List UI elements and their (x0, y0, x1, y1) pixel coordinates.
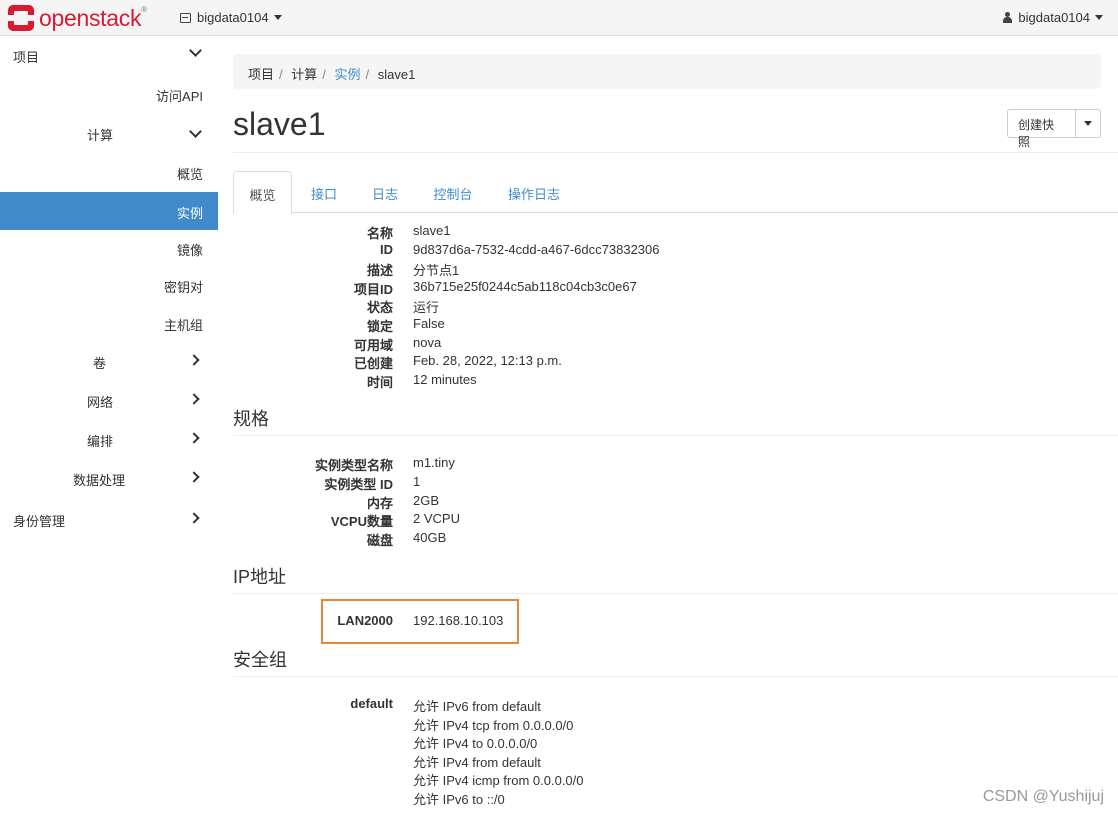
tab-action-log[interactable]: 操作日志 (504, 171, 564, 213)
watermark: CSDN @Yushijuj (982, 788, 1104, 805)
detail-row: 实例类型名称 m1.tiny (314, 455, 455, 473)
detail-row: 允许 IPv4 from default (413, 754, 541, 770)
sidebar-item-network[interactable]: 网络 (0, 381, 218, 419)
sidebar-item-label: 概览 (176, 167, 203, 182)
breadcrumb-item[interactable]: 实例 (335, 67, 361, 82)
project-name: bigdata0104 (197, 10, 269, 25)
divider (233, 152, 1118, 153)
sidebar-item-label: 计算 (87, 128, 114, 143)
breadcrumb-item[interactable]: 计算 (291, 67, 317, 82)
detail-row: 允许 IPv6 to ::/0 (413, 792, 505, 807)
sidebar-item-api-access[interactable]: 访问API (0, 75, 218, 113)
chevron-right-icon (188, 432, 200, 444)
sidebar-item-project[interactable]: 项目 (0, 36, 218, 74)
detail-row: VCPU数量 2 VCPU (330, 511, 460, 530)
detail-row: 允许 IPv4 icmp from 0.0.0.0/0 (413, 773, 584, 789)
detail-row: 项目ID 36b715e25f0244c5ab118c04cb3c0e67 (353, 278, 637, 297)
sidebar-item-label: 密钥对 (163, 280, 203, 295)
chevron-down-icon (189, 44, 202, 57)
breadcrumb-current: slave1 (377, 67, 416, 82)
detail-row: 内存 2GB (366, 492, 440, 511)
security-heading: 安全组 (233, 650, 287, 670)
caret-down-icon (273, 15, 282, 20)
divider (233, 593, 1118, 594)
detail-row: ID 9d837d6a-7532-4cdd-a467-6dcc73832306 (380, 241, 660, 257)
detail-row: LAN2000 192.168.10.103 (337, 613, 504, 628)
breadcrumb: 项目 / 计算 / 实例 / slave1 (233, 54, 1101, 89)
actions-dropdown-toggle[interactable] (1074, 110, 1100, 137)
chevron-right-icon (188, 471, 200, 483)
project-icon (180, 12, 191, 23)
divider (233, 435, 1118, 436)
sidebar-item-label: 网络 (87, 395, 114, 410)
user-icon (1003, 12, 1013, 23)
page-title: slave1 (233, 106, 326, 142)
tab-log[interactable]: 日志 (365, 171, 405, 213)
sidebar-item-orchestration[interactable]: 编排 (0, 420, 218, 458)
detail-row: 可用域 nova (353, 334, 442, 353)
sidebar-item-label: 访问API (156, 89, 203, 104)
sidebar-item-label: 编排 (87, 434, 114, 449)
detail-row: 已创建 Feb. 28, 2022, 12:13 p.m. (353, 353, 562, 372)
detail-row: 描述 分节点1 (366, 263, 460, 279)
create-snapshot-button[interactable]: 创建快照 (1008, 110, 1075, 149)
openstack-logo[interactable]: openstack® (8, 5, 147, 31)
sidebar-item-instances[interactable]: 实例 (0, 192, 218, 230)
sidebar-item-images[interactable]: 镜像 (0, 229, 218, 267)
sidebar-item-data-processing[interactable]: 数据处理 (0, 459, 218, 497)
project-switcher[interactable]: bigdata0104 (180, 10, 282, 25)
chevron-right-icon (188, 393, 200, 405)
chevron-right-icon (188, 512, 200, 524)
sidebar-item-volumes[interactable]: 卷 (0, 342, 218, 380)
sidebar-item-keypairs[interactable]: 密钥对 (0, 266, 218, 304)
tab-console[interactable]: 控制台 (428, 171, 478, 213)
create-snapshot-button-group: 创建快照 (1007, 109, 1101, 149)
sidebar-item-label: 主机组 (163, 318, 203, 333)
sidebar-item-label: 实例 (176, 206, 203, 221)
brand-name: openstack® (39, 4, 147, 31)
caret-down-icon (1095, 15, 1103, 20)
detail-row: 时间 12 minutes (366, 371, 477, 390)
tab-overview[interactable]: 概览 (233, 171, 292, 214)
sidebar-item-label: 数据处理 (73, 473, 126, 488)
detail-row: 锁定 False (366, 316, 445, 334)
sidebar-item-server-groups[interactable]: 主机组 (0, 304, 218, 342)
sidebar-item-compute[interactable]: 计算 (0, 114, 218, 152)
breadcrumb-item[interactable]: 项目 (248, 67, 274, 82)
sidebar-item-label: 身份管理 (13, 514, 66, 529)
detail-row: 允许 IPv4 tcp from 0.0.0.0/0 (413, 717, 574, 733)
detail-row: 磁盘 40GB (366, 530, 447, 549)
sidebar-item-identity[interactable]: 身份管理 (0, 500, 218, 538)
sidebar-item-label: 镜像 (176, 243, 203, 258)
sidebar: 项目 访问API 计算 概览 实例 镜像 密钥对 主机组 卷 网络 编排 数据处… (0, 36, 218, 818)
user-name: bigdata0104 (1018, 10, 1090, 25)
user-menu[interactable]: bigdata0104 (1003, 10, 1103, 25)
detail-row: 状态 运行 (366, 300, 440, 316)
ip-heading: IP地址 (233, 567, 287, 587)
tab-bar: 概览 接口 日志 控制台 操作日志 (233, 171, 1118, 214)
openstack-logo-icon (8, 5, 34, 31)
chevron-right-icon (188, 354, 200, 366)
tab-interfaces[interactable]: 接口 (304, 171, 344, 213)
detail-row: 实例类型 ID 1 (324, 473, 421, 492)
detail-row: 名称 slave1 (366, 223, 451, 241)
sidebar-item-overview[interactable]: 概览 (0, 153, 218, 191)
caret-down-icon (1083, 121, 1092, 126)
top-navbar: openstack® bigdata0104 bigdata0104 (0, 0, 1118, 36)
sidebar-item-label: 项目 (13, 50, 40, 65)
divider (233, 676, 1118, 677)
chevron-down-icon (189, 125, 202, 138)
sidebar-item-label: 卷 (93, 356, 107, 371)
detail-row: default 允许 IPv6 from default (350, 696, 541, 714)
specs-heading: 规格 (233, 409, 269, 429)
detail-row: 允许 IPv4 to 0.0.0.0/0 (413, 736, 538, 752)
